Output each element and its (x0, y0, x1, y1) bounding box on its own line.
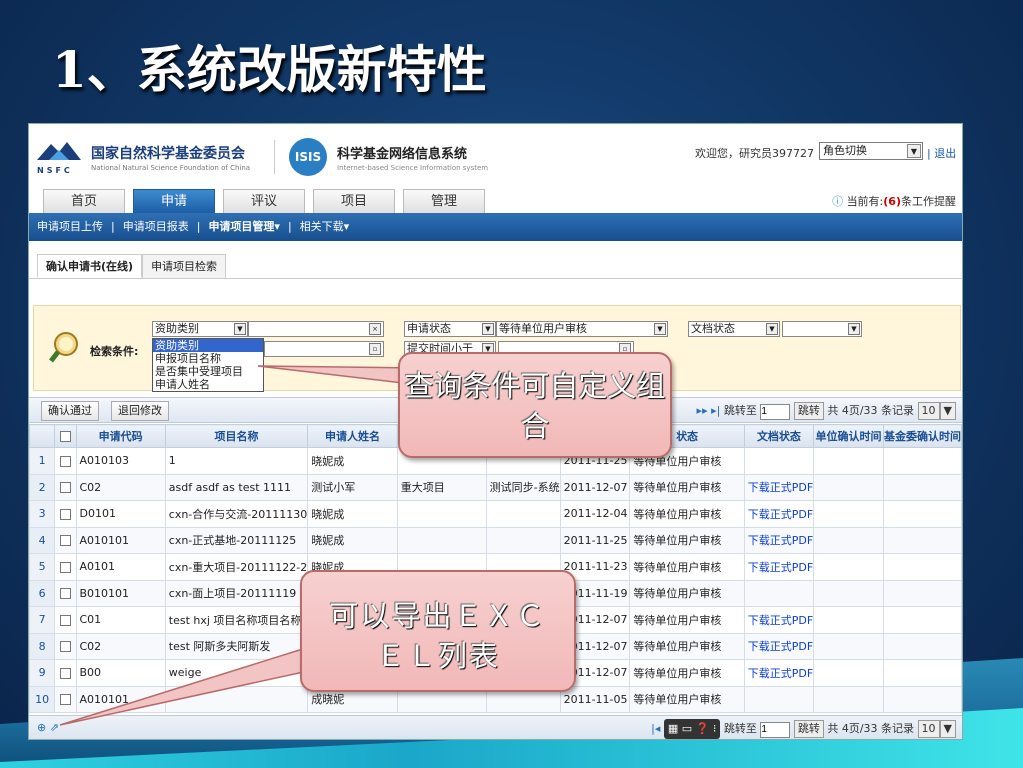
callout-query-conditions: 查询条件可自定义组合 (398, 352, 672, 458)
callout-export-excel: 可以导出ＥＸＣＥＬ列表 (300, 570, 576, 692)
